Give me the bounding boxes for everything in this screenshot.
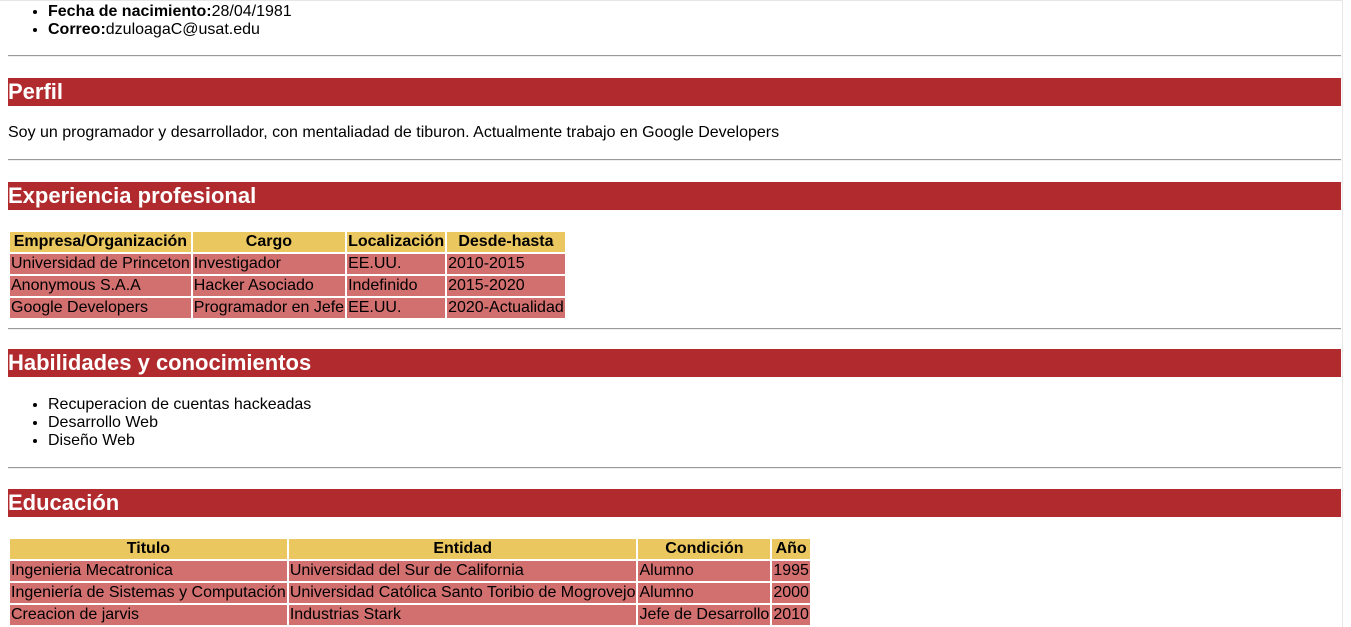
- table-cell: Indefinido: [347, 276, 446, 296]
- table-header-cell: Empresa/Organización: [10, 232, 191, 252]
- divider: [8, 328, 1341, 330]
- table-cell: Universidad Católica Santo Toribio de Mo…: [288, 583, 637, 603]
- table-header-cell: Titulo: [10, 539, 287, 559]
- table-cell: Investigador: [192, 254, 346, 274]
- table-row: Anonymous S.A.A Hacker Asociado Indefini…: [10, 276, 565, 296]
- table-row: Creacion de jarvis Industrias Stark Jefe…: [10, 605, 810, 625]
- table-header-cell: Localización: [347, 232, 446, 252]
- table-cell: 2015-2020: [447, 276, 565, 296]
- table-row: Google Developers Programador en Jefe EE…: [10, 298, 565, 318]
- table-cell: EE.UU.: [347, 254, 446, 274]
- divider: [8, 467, 1341, 469]
- table-header-cell: Desde-hasta: [447, 232, 565, 252]
- divider: [8, 55, 1341, 57]
- contact-label: Fecha de nacimiento:: [48, 3, 212, 20]
- contact-value: dzuloagaC@usat.edu: [105, 21, 260, 38]
- list-item: Desarrollo Web: [48, 414, 1341, 432]
- table-cell: Jefe de Desarrollo: [638, 605, 771, 625]
- divider: [8, 159, 1341, 161]
- profile-text: Soy un programador y desarrollador, con …: [8, 124, 780, 141]
- experience-table: Empresa/Organización Cargo Localización …: [8, 230, 567, 320]
- table-cell: 1995: [772, 561, 810, 581]
- table-cell: 2010-2015: [447, 254, 565, 274]
- table-row: Ingeniería de Sistemas y Computación Uni…: [10, 583, 810, 603]
- list-item: Diseño Web: [48, 432, 1341, 450]
- contact-item-birthdate: Fecha de nacimiento:28/04/1981: [48, 3, 1341, 21]
- contact-value: 28/04/1981: [211, 3, 292, 20]
- table-cell: Universidad de Princeton: [10, 254, 191, 274]
- contact-item-email: Correo:dzuloagaC@usat.edu: [48, 21, 1341, 39]
- table-header-cell: Entidad: [288, 539, 637, 559]
- table-cell: Alumno: [638, 583, 771, 603]
- table-header-cell: Año: [772, 539, 810, 559]
- skills-list: Recuperacion de cuentas hackeadas Desarr…: [8, 396, 1341, 450]
- resume-page: Fecha de nacimiento:28/04/1981 Correo:dz…: [0, 0, 1343, 627]
- table-cell: 2020-Actualidad: [447, 298, 565, 318]
- table-cell: Programador en Jefe: [192, 298, 346, 318]
- list-item: Recuperacion de cuentas hackeadas: [48, 396, 1341, 414]
- contact-list: Fecha de nacimiento:28/04/1981 Correo:dz…: [8, 3, 1341, 39]
- section-title-skills: Habilidades y conocimientos: [8, 349, 1341, 377]
- table-header-cell: Cargo: [192, 232, 346, 252]
- section-title-education: Educación: [8, 489, 1341, 517]
- table-cell: Ingeniería de Sistemas y Computación: [10, 583, 287, 603]
- education-table: Titulo Entidad Condición Año Ingenieria …: [8, 537, 812, 627]
- table-cell: Google Developers: [10, 298, 191, 318]
- table-cell: EE.UU.: [347, 298, 446, 318]
- table-cell: Universidad del Sur de California: [288, 561, 637, 581]
- table-cell: Ingenieria Mecatronica: [10, 561, 287, 581]
- section-title-experience: Experiencia profesional: [8, 182, 1341, 210]
- table-header-row: Titulo Entidad Condición Año: [10, 539, 810, 559]
- table-cell: Anonymous S.A.A: [10, 276, 191, 296]
- table-header-row: Empresa/Organización Cargo Localización …: [10, 232, 565, 252]
- resume-content: Fecha de nacimiento:28/04/1981 Correo:dz…: [8, 0, 1341, 627]
- contact-label: Correo:: [48, 21, 106, 38]
- table-cell: 2010: [772, 605, 810, 625]
- table-row: Ingenieria Mecatronica Universidad del S…: [10, 561, 810, 581]
- table-row: Universidad de Princeton Investigador EE…: [10, 254, 565, 274]
- table-header-cell: Condición: [638, 539, 771, 559]
- section-title-profile: Perfil: [8, 78, 1341, 106]
- table-cell: Industrias Stark: [288, 605, 637, 625]
- table-cell: Alumno: [638, 561, 771, 581]
- table-cell: Hacker Asociado: [192, 276, 346, 296]
- table-cell: Creacion de jarvis: [10, 605, 287, 625]
- table-cell: 2000: [772, 583, 810, 603]
